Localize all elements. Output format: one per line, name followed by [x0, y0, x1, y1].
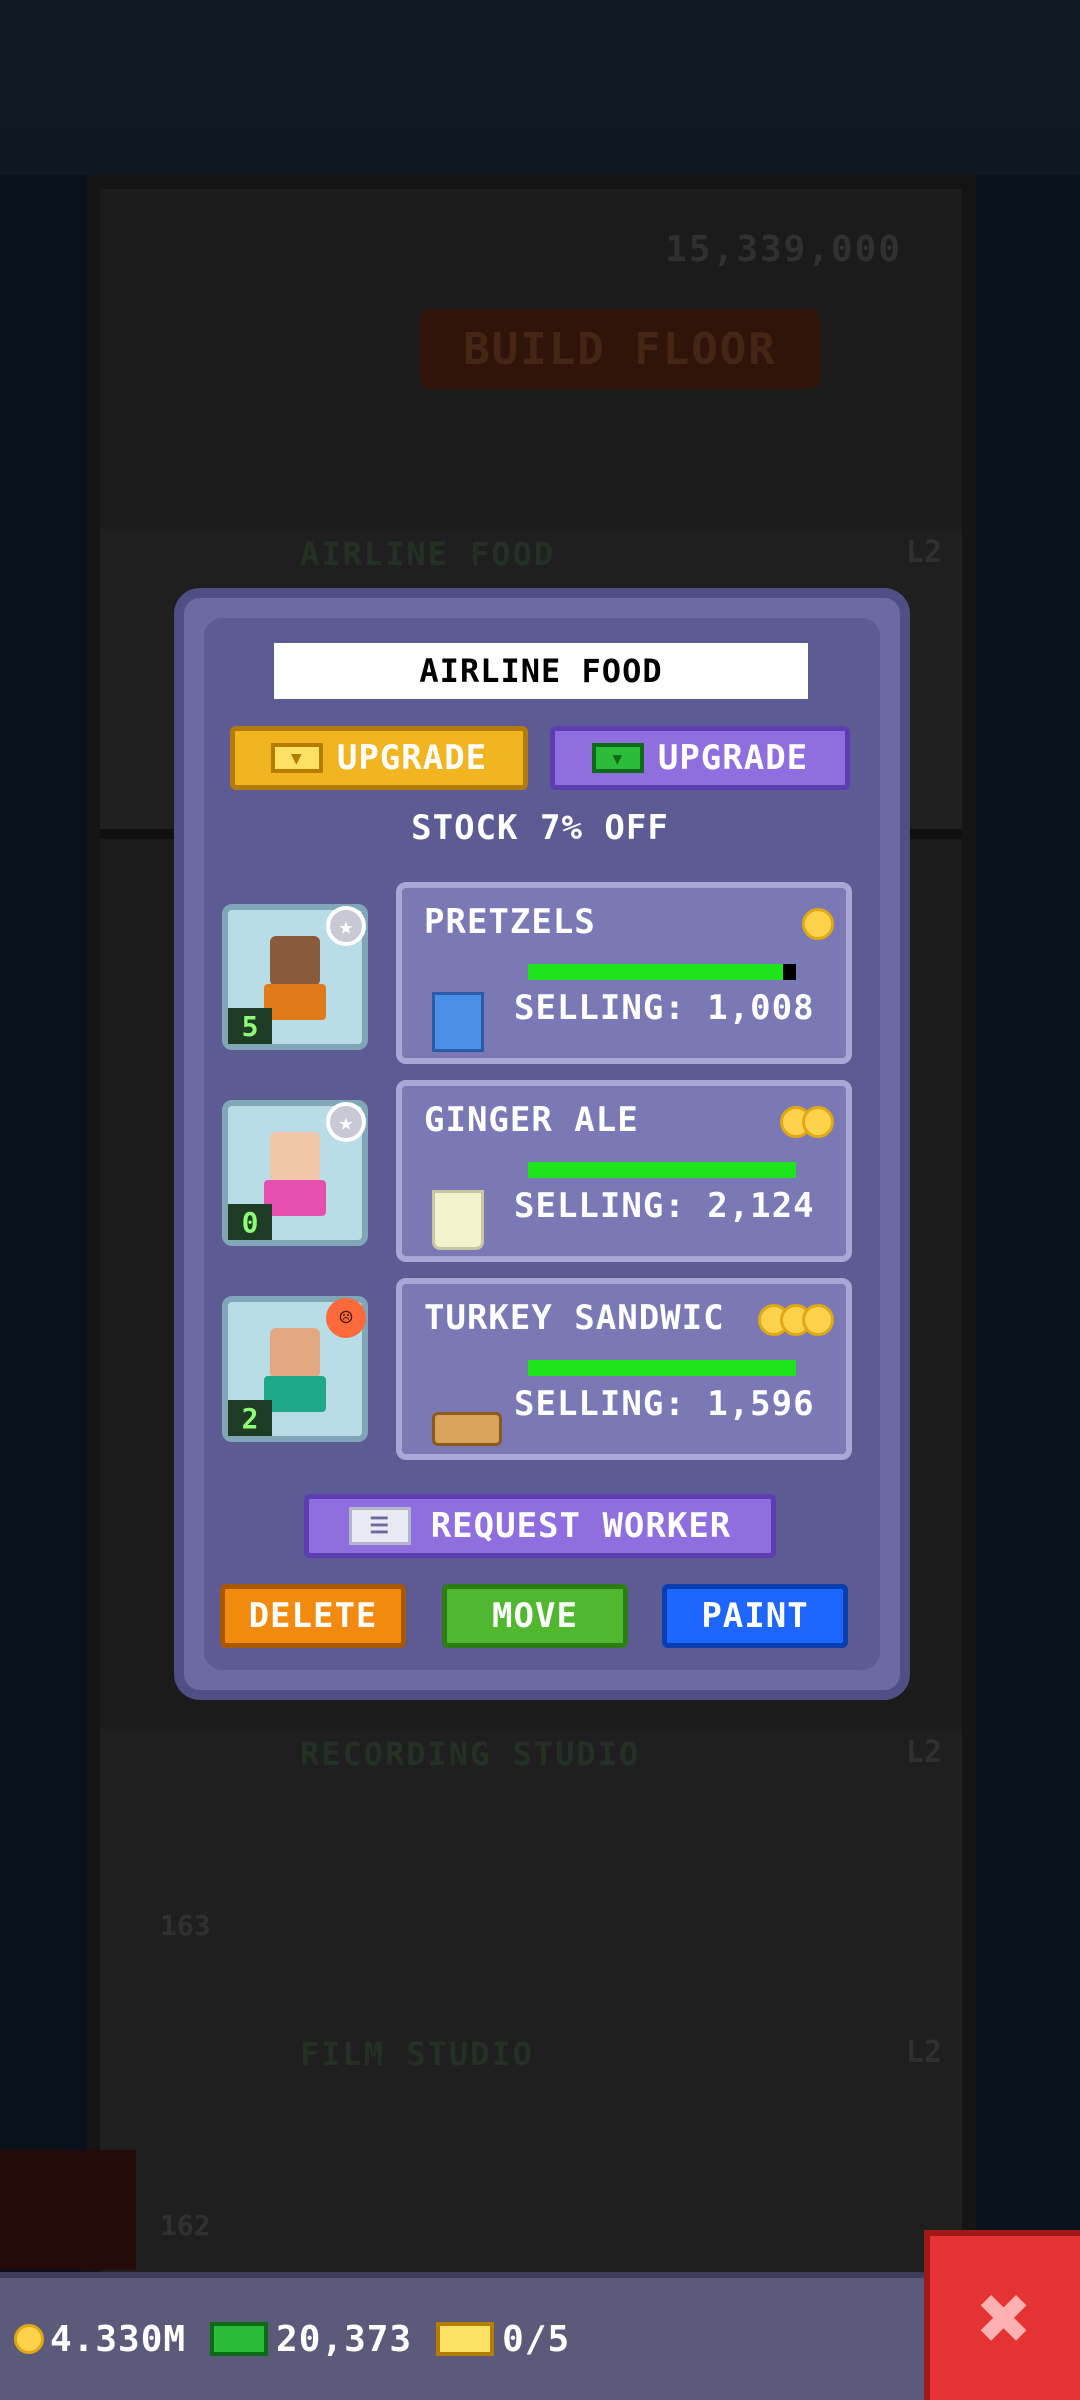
worker-body	[264, 1180, 326, 1216]
coin-icon	[802, 1106, 834, 1138]
delete-button[interactable]: DELETE	[220, 1584, 406, 1648]
stock-progress-fill	[528, 1360, 796, 1376]
hud-cash: 20,373	[210, 2319, 412, 2360]
request-worker-button[interactable]: ☰ REQUEST WORKER	[304, 1494, 776, 1558]
stock-name: TURKEY SANDWIC	[424, 1298, 725, 1338]
tickets-value: 0/5	[502, 2318, 571, 2360]
worker-slot-2[interactable]: 0 ★	[222, 1100, 368, 1246]
worker-avatar	[270, 936, 320, 986]
worker-slot-1[interactable]: 5 ★	[222, 904, 368, 1050]
coin-icon	[802, 1304, 834, 1336]
worker-body	[264, 984, 326, 1020]
upgrade-cash-label: UPGRADE	[657, 738, 809, 778]
stock-coins	[780, 1106, 834, 1138]
stock-coins	[758, 1304, 834, 1336]
worker-avatar	[270, 1132, 320, 1182]
sandwich-icon	[432, 1412, 502, 1446]
stock-card-1[interactable]: PRETZELS SELLING: 1,008	[396, 882, 852, 1064]
mail-icon: ☰	[348, 1507, 411, 1545]
bottom-hud: 4.330M 20,373 0/5	[0, 2272, 924, 2400]
stock-card-2[interactable]: GINGER ALE SELLING: 2,124	[396, 1080, 852, 1262]
stock-selling: SELLING: 2,124	[514, 1186, 815, 1226]
coin-icon	[802, 908, 834, 940]
worker-avatar	[270, 1328, 320, 1378]
worker-level: 0	[228, 1204, 272, 1240]
stock-progress-bar	[528, 1360, 796, 1376]
gold-ticket-icon	[436, 2322, 495, 2356]
hud-coins: 4.330M	[14, 2319, 186, 2360]
worker-level: 2	[228, 1400, 272, 1436]
stock-progress-fill	[528, 1162, 796, 1178]
move-button[interactable]: MOVE	[442, 1584, 628, 1648]
worker-body	[264, 1376, 326, 1412]
stock-progress-bar	[528, 1162, 796, 1178]
upgrade-cash-button[interactable]: ▼ UPGRADE	[550, 726, 850, 790]
gold-ticket-icon: ▼	[270, 743, 323, 773]
stock-coins	[802, 908, 834, 940]
worker-slot-3[interactable]: 2 ☹	[222, 1296, 368, 1442]
worker-level: 5	[228, 1008, 272, 1044]
close-button[interactable]: ✖	[924, 2230, 1080, 2400]
stock-name: PRETZELS	[424, 902, 596, 942]
paint-button[interactable]: PAINT	[662, 1584, 848, 1648]
star-icon: ★	[326, 906, 366, 946]
coins-value: 4.330M	[50, 2318, 187, 2360]
stock-selling: SELLING: 1,596	[514, 1384, 815, 1424]
request-worker-label: REQUEST WORKER	[430, 1506, 732, 1546]
upgrade-gold-label: UPGRADE	[336, 738, 488, 778]
close-icon: ✖	[977, 2265, 1033, 2371]
stock-name: GINGER ALE	[424, 1100, 639, 1140]
cash-value: 20,373	[276, 2318, 413, 2360]
hud-tickets: 0/5	[436, 2319, 570, 2360]
upgrade-gold-button[interactable]: ▼ UPGRADE	[230, 726, 528, 790]
stock-card-3[interactable]: TURKEY SANDWIC SELLING: 1,596	[396, 1278, 852, 1460]
star-icon: ★	[326, 1102, 366, 1142]
cash-icon: ▼	[591, 743, 644, 773]
glass-icon	[432, 1190, 484, 1250]
stock-progress-fill	[528, 964, 783, 980]
cash-icon	[210, 2322, 269, 2356]
stock-selling: SELLING: 1,008	[514, 988, 815, 1028]
coin-icon	[14, 2324, 44, 2354]
angry-face-icon: ☹	[326, 1298, 366, 1338]
stock-discount-text: STOCK 7% OFF	[411, 808, 669, 848]
stock-progress-bar	[528, 964, 796, 980]
floor-title: AIRLINE FOOD	[274, 643, 808, 699]
pretzel-bag-icon	[432, 992, 484, 1052]
